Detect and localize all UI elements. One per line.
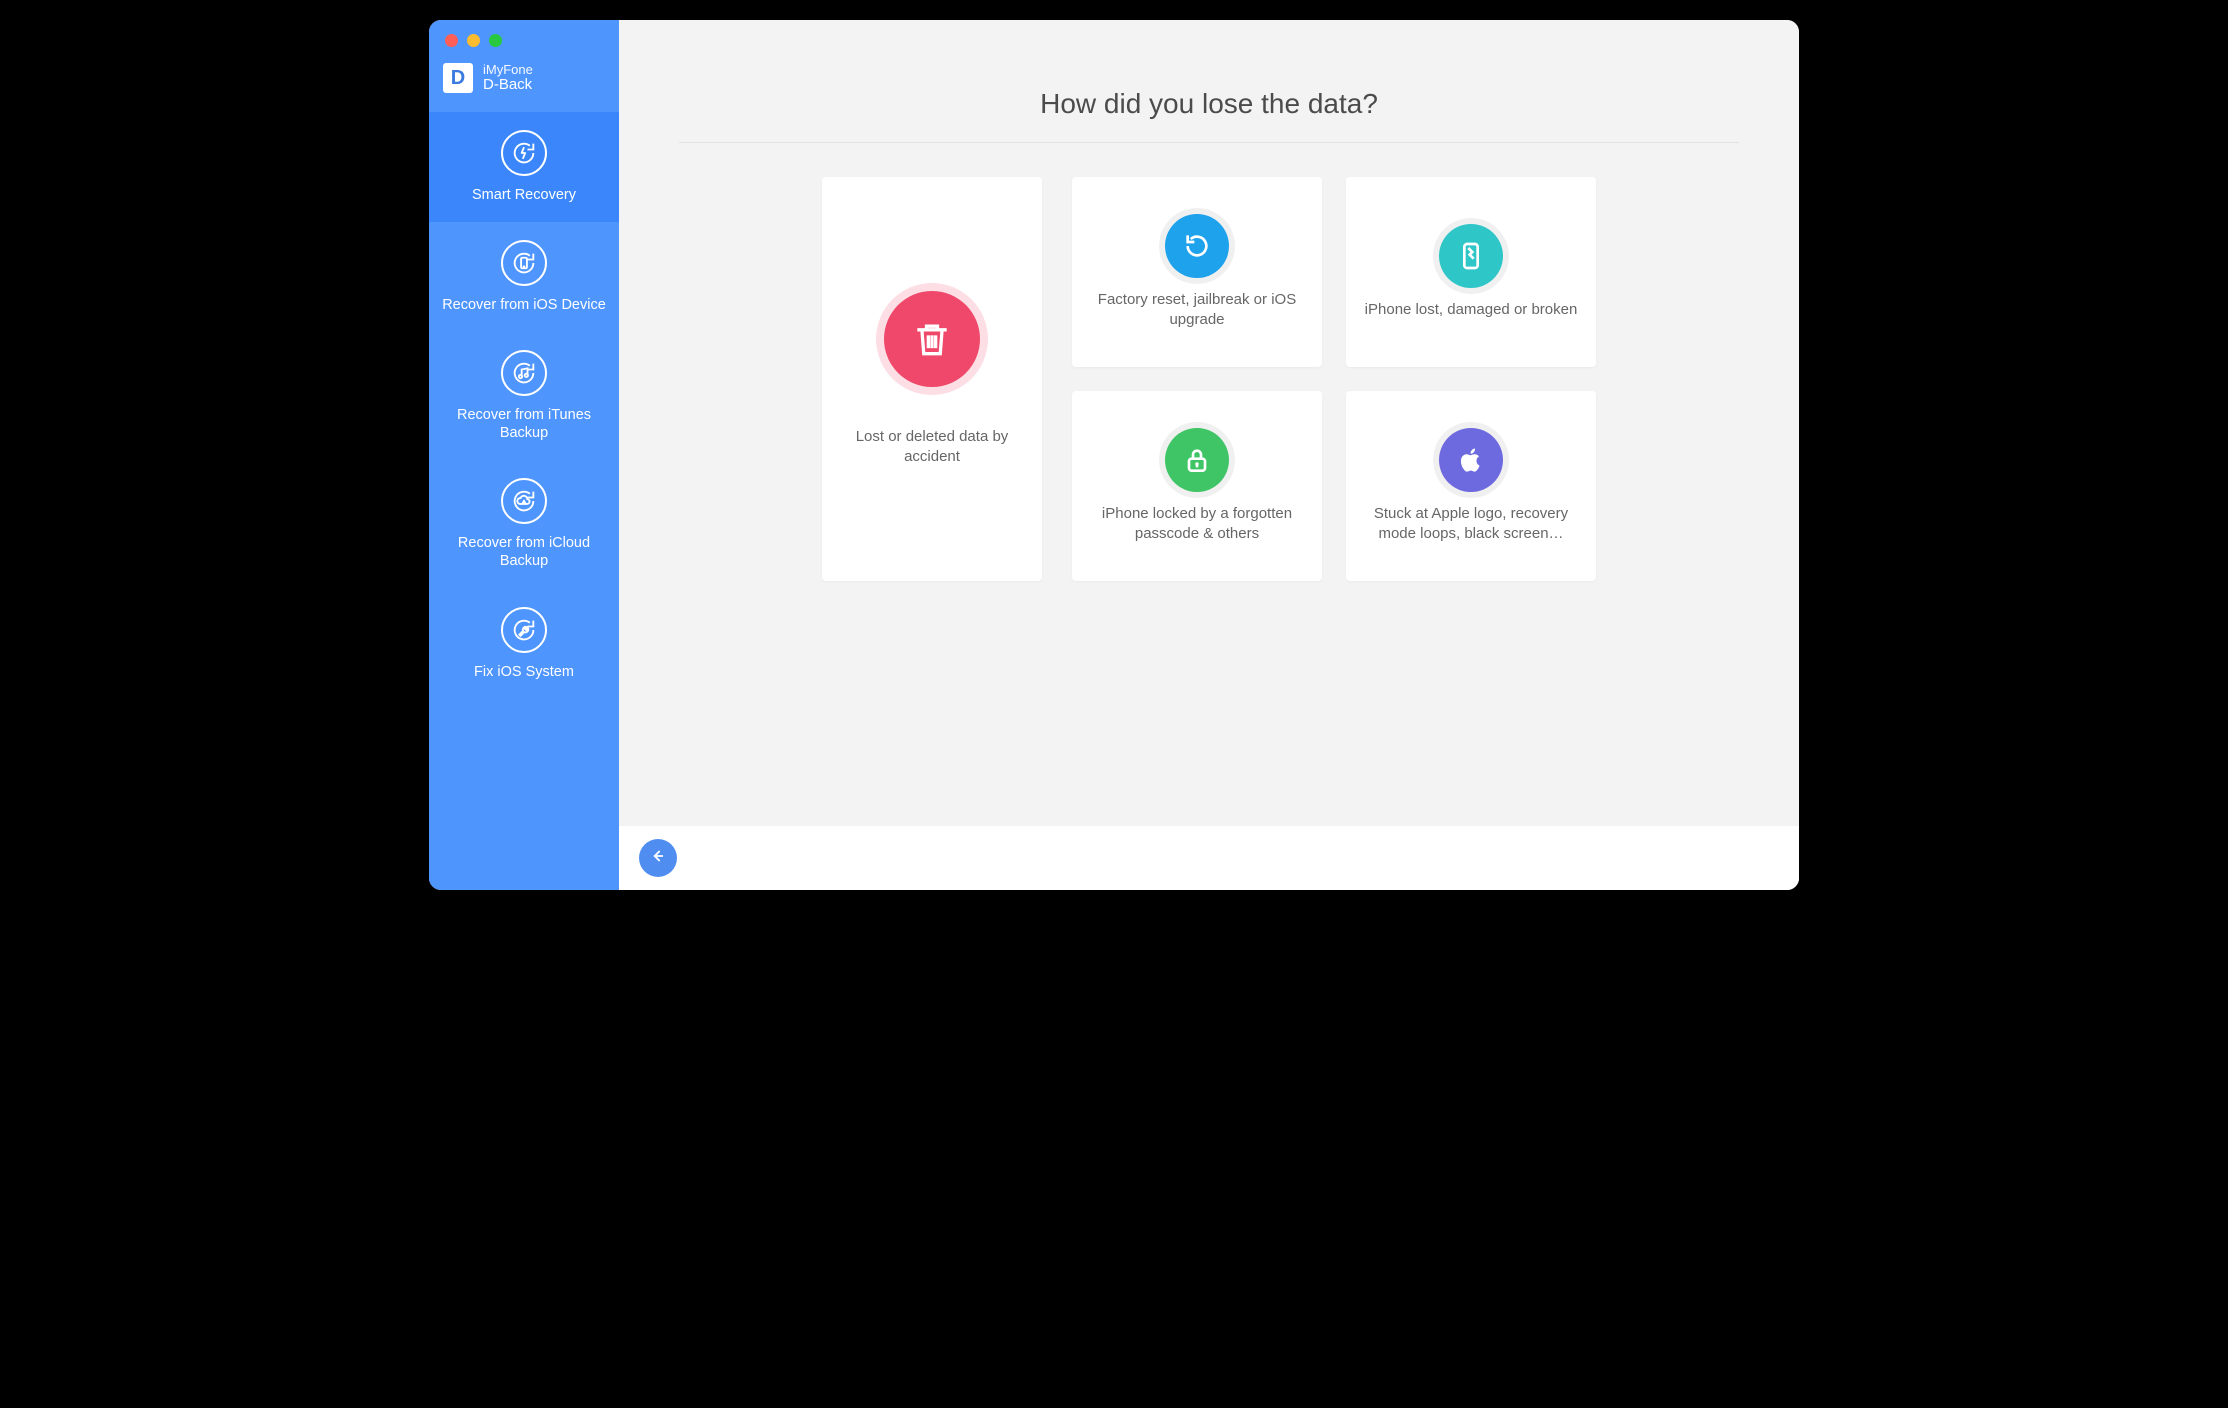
back-button[interactable] [639, 839, 677, 877]
brand-company: iMyFone [483, 63, 533, 77]
close-icon[interactable] [445, 34, 458, 47]
card-label: Lost or deleted data by accident [840, 427, 1024, 468]
sidebar-item-smart-recovery[interactable]: Smart Recovery [429, 112, 619, 222]
reset-icon [1165, 214, 1229, 278]
divider [679, 142, 1739, 143]
arrow-left-icon [648, 846, 668, 871]
option-cards: Lost or deleted data by accident Factory… [679, 177, 1739, 581]
app-window: D iMyFone D-Back Smart Recovery [429, 20, 1799, 890]
sidebar: D iMyFone D-Back Smart Recovery [429, 20, 619, 890]
sidebar-item-itunes-backup[interactable]: Recover from iTunes Backup [429, 332, 619, 460]
page-title: How did you lose the data? [679, 60, 1739, 142]
music-refresh-icon [501, 350, 547, 396]
phone-refresh-icon [501, 240, 547, 286]
sidebar-nav: Smart Recovery Recover from iOS Device [429, 112, 619, 699]
brand-product: D-Back [483, 77, 533, 94]
card-label: Factory reset, jailbreak or iOS upgrade [1090, 290, 1304, 331]
card-label: iPhone lost, damaged or broken [1365, 300, 1578, 320]
wrench-refresh-icon [501, 607, 547, 653]
cloud-refresh-icon [501, 478, 547, 524]
footer-bar [619, 826, 1799, 890]
minimize-icon[interactable] [467, 34, 480, 47]
sidebar-item-icloud-backup[interactable]: Recover from iCloud Backup [429, 460, 619, 588]
window-controls [429, 20, 619, 53]
card-locked[interactable]: iPhone locked by a forgotten passcode & … [1072, 391, 1322, 581]
card-accidental-delete[interactable]: Lost or deleted data by accident [822, 177, 1042, 581]
sidebar-item-fix-ios[interactable]: Fix iOS System [429, 589, 619, 699]
card-lost-damaged[interactable]: iPhone lost, damaged or broken [1346, 177, 1596, 367]
brand-logo-icon: D [443, 63, 473, 93]
lock-icon [1165, 428, 1229, 492]
card-factory-reset[interactable]: Factory reset, jailbreak or iOS upgrade [1072, 177, 1322, 367]
maximize-icon[interactable] [489, 34, 502, 47]
trash-icon [884, 291, 980, 387]
card-label: iPhone locked by a forgotten passcode & … [1090, 504, 1304, 545]
brand: D iMyFone D-Back [429, 53, 619, 112]
sidebar-item-label: Recover from iTunes Backup [437, 406, 611, 442]
broken-phone-icon [1439, 224, 1503, 288]
sidebar-item-label: Fix iOS System [474, 663, 574, 681]
sidebar-item-label: Recover from iCloud Backup [437, 534, 611, 570]
apple-logo-icon [1439, 428, 1503, 492]
sidebar-item-label: Recover from iOS Device [442, 296, 606, 314]
sidebar-item-label: Smart Recovery [472, 186, 576, 204]
lightning-refresh-icon [501, 130, 547, 176]
card-label: Stuck at Apple logo, recovery mode loops… [1364, 504, 1578, 545]
sidebar-item-ios-device[interactable]: Recover from iOS Device [429, 222, 619, 332]
content: How did you lose the data? Lo [619, 20, 1799, 601]
card-stuck-logo[interactable]: Stuck at Apple logo, recovery mode loops… [1346, 391, 1596, 581]
main-panel: How did you lose the data? Lo [619, 20, 1799, 890]
brand-text: iMyFone D-Back [483, 63, 533, 94]
